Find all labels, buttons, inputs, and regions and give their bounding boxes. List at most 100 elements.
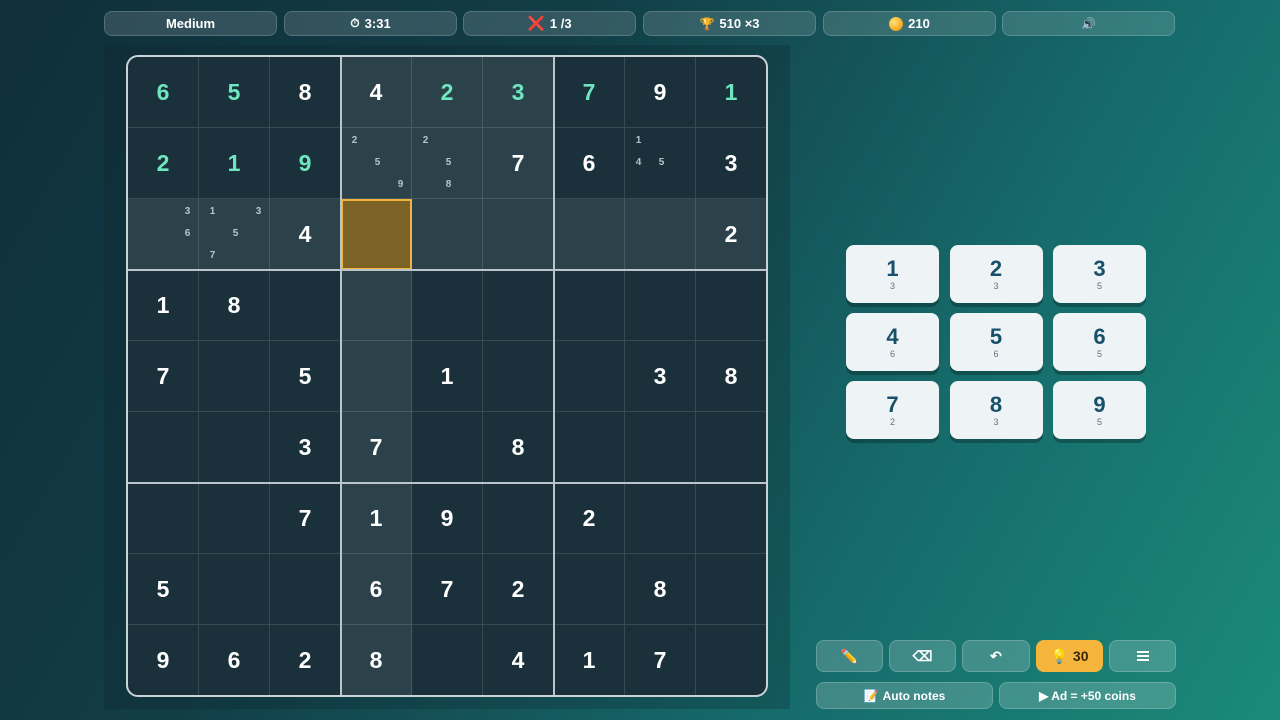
board-cell[interactable]: 8 bbox=[341, 625, 412, 695]
board-cell[interactable] bbox=[483, 199, 554, 270]
sound-button[interactable]: 🔊 bbox=[1002, 11, 1175, 36]
board-cell[interactable]: 8 bbox=[696, 341, 766, 412]
board-cell[interactable] bbox=[128, 483, 199, 554]
board-cell[interactable] bbox=[128, 412, 199, 483]
board-cell[interactable] bbox=[554, 341, 625, 412]
board-cell[interactable] bbox=[696, 412, 766, 483]
undo-button[interactable]: ↶ bbox=[962, 640, 1030, 672]
board-cell[interactable]: 7 bbox=[625, 625, 696, 695]
number-key[interactable]: 35 bbox=[1053, 245, 1146, 303]
board-cell[interactable]: 2 bbox=[412, 57, 483, 128]
board-cell[interactable]: 1 4 5 bbox=[625, 128, 696, 199]
board-cell[interactable] bbox=[554, 554, 625, 625]
hint-button[interactable]: 💡 30 bbox=[1036, 640, 1103, 672]
board-cell[interactable]: 9 bbox=[270, 128, 341, 199]
board-cell[interactable]: 5 bbox=[128, 554, 199, 625]
board-cell[interactable] bbox=[625, 483, 696, 554]
board-cell[interactable]: 6 bbox=[199, 625, 270, 695]
number-key[interactable]: 46 bbox=[846, 313, 939, 371]
board-cell[interactable]: 8 bbox=[199, 270, 270, 341]
board-cell[interactable]: 5 bbox=[199, 57, 270, 128]
number-key[interactable]: 83 bbox=[949, 381, 1043, 439]
board-cell[interactable]: 3 bbox=[483, 57, 554, 128]
board-cell[interactable]: 8 bbox=[270, 57, 341, 128]
board-cell[interactable]: 2 5 9 bbox=[341, 128, 412, 199]
board-cell[interactable]: 8 bbox=[483, 412, 554, 483]
board-cell[interactable]: 1 bbox=[554, 625, 625, 695]
number-key[interactable]: 95 bbox=[1053, 381, 1146, 439]
board-cell[interactable] bbox=[199, 412, 270, 483]
board-cell[interactable]: 2 bbox=[483, 554, 554, 625]
cell-digit: 6 bbox=[369, 575, 383, 602]
board-cell[interactable] bbox=[270, 270, 341, 341]
selected-cell[interactable] bbox=[341, 199, 412, 270]
board-cell[interactable]: 1 bbox=[199, 128, 270, 199]
board-cell[interactable] bbox=[483, 270, 554, 341]
number-key[interactable]: 72 bbox=[846, 381, 939, 439]
board-cell[interactable] bbox=[412, 270, 483, 341]
watch-ad-button[interactable]: ▶ Ad = +50 coins bbox=[999, 682, 1176, 709]
board-cell[interactable]: 3 bbox=[696, 128, 766, 199]
board-cell[interactable]: 1 bbox=[128, 270, 199, 341]
board-cell[interactable]: 7 bbox=[128, 341, 199, 412]
board-cell[interactable]: 3 bbox=[625, 341, 696, 412]
board-cell[interactable] bbox=[412, 412, 483, 483]
board-cell[interactable] bbox=[554, 412, 625, 483]
board-cell[interactable] bbox=[625, 270, 696, 341]
board-cell[interactable] bbox=[554, 270, 625, 341]
board-cell[interactable] bbox=[199, 483, 270, 554]
board-cell[interactable]: 8 bbox=[625, 554, 696, 625]
board-cell[interactable]: 1 3 5 7 bbox=[199, 199, 270, 270]
board-cell[interactable]: 7 bbox=[554, 57, 625, 128]
number-key[interactable]: 23 bbox=[949, 245, 1043, 303]
board-cell[interactable] bbox=[554, 199, 625, 270]
board-cell[interactable] bbox=[412, 625, 483, 695]
board-cell[interactable] bbox=[696, 625, 766, 695]
board-cell[interactable]: 7 bbox=[483, 128, 554, 199]
number-key[interactable]: 13 bbox=[846, 245, 939, 303]
board-cell[interactable]: 1 bbox=[341, 483, 412, 554]
board-cell[interactable] bbox=[696, 270, 766, 341]
board-cell[interactable]: 7 bbox=[412, 554, 483, 625]
number-key[interactable]: 65 bbox=[1053, 313, 1146, 371]
board-cell[interactable]: 7 bbox=[341, 412, 412, 483]
menu-button[interactable] bbox=[1109, 640, 1176, 672]
board-cell[interactable]: 2 5 8 bbox=[412, 128, 483, 199]
board-cell[interactable] bbox=[341, 341, 412, 412]
board-cell[interactable]: 2 bbox=[270, 625, 341, 695]
board-cell[interactable] bbox=[625, 199, 696, 270]
board-cell[interactable]: 9 bbox=[625, 57, 696, 128]
board-cell[interactable]: 9 bbox=[128, 625, 199, 695]
board-cell[interactable]: 4 bbox=[270, 199, 341, 270]
number-key[interactable]: 56 bbox=[949, 313, 1043, 371]
board-cell[interactable]: 36 bbox=[128, 199, 199, 270]
board-cell[interactable]: 6 bbox=[341, 554, 412, 625]
board-cell[interactable]: 6 bbox=[554, 128, 625, 199]
board-cell[interactable]: 1 bbox=[696, 57, 766, 128]
board-cell[interactable]: 6 bbox=[128, 57, 199, 128]
board-cell[interactable]: 3 bbox=[270, 412, 341, 483]
cell-digit: 3 bbox=[653, 362, 667, 389]
board-cell[interactable]: 2 bbox=[554, 483, 625, 554]
board-cell[interactable] bbox=[341, 270, 412, 341]
board-cell[interactable]: 2 bbox=[696, 199, 766, 270]
board-cell[interactable] bbox=[270, 554, 341, 625]
board-cell[interactable]: 2 bbox=[128, 128, 199, 199]
board-cell[interactable] bbox=[696, 554, 766, 625]
board-cell[interactable]: 1 bbox=[412, 341, 483, 412]
board-cell[interactable]: 4 bbox=[483, 625, 554, 695]
pencil-button[interactable]: ✏️ bbox=[816, 640, 883, 672]
board-cell[interactable] bbox=[412, 199, 483, 270]
auto-notes-button[interactable]: 📝 Auto notes bbox=[816, 682, 993, 709]
board-cell[interactable]: 7 bbox=[270, 483, 341, 554]
board-cell[interactable]: 4 bbox=[341, 57, 412, 128]
board-cell[interactable]: 9 bbox=[412, 483, 483, 554]
board-cell[interactable] bbox=[696, 483, 766, 554]
board-cell[interactable] bbox=[625, 412, 696, 483]
board-cell[interactable] bbox=[483, 341, 554, 412]
board-cell[interactable] bbox=[199, 341, 270, 412]
erase-button[interactable]: ⌫ bbox=[889, 640, 956, 672]
board-cell[interactable] bbox=[483, 483, 554, 554]
board-cell[interactable] bbox=[199, 554, 270, 625]
board-cell[interactable]: 5 bbox=[270, 341, 341, 412]
